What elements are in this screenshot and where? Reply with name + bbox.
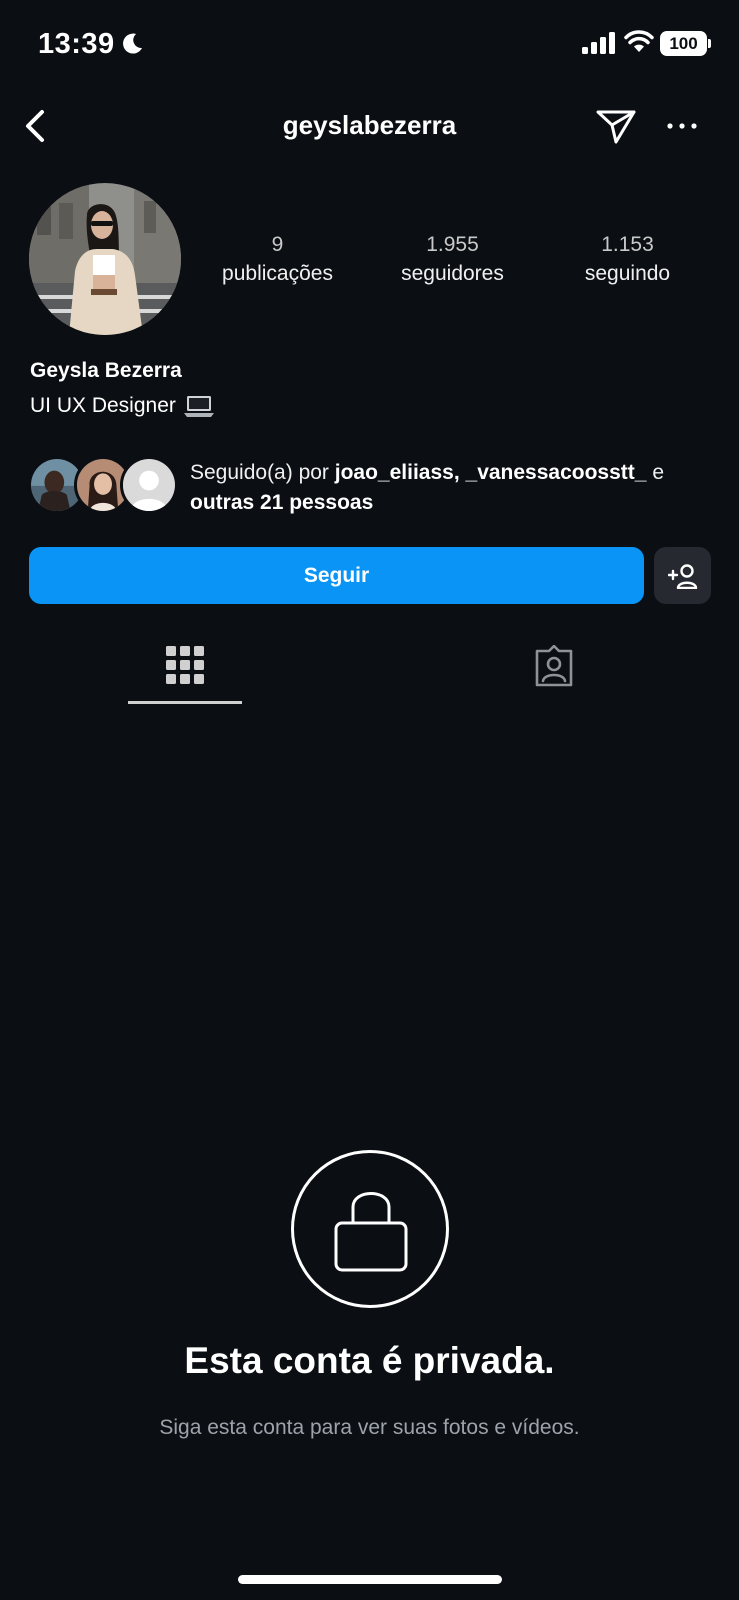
followers-label: seguidores — [401, 262, 504, 285]
status-time: 13:39 — [38, 28, 115, 60]
tagged-person-icon — [535, 645, 573, 687]
home-indicator[interactable] — [238, 1575, 502, 1584]
posts-label: publicações — [222, 262, 333, 285]
cellular-signal-icon — [582, 32, 615, 54]
posts-count: 9 — [271, 233, 284, 256]
followers-count: 1.955 — [426, 233, 479, 256]
tab-posts-grid[interactable] — [128, 632, 242, 704]
private-account-subtitle: Siga esta conta para ver suas fotos e ví… — [159, 1416, 580, 1439]
battery-tip — [708, 39, 711, 48]
send-message-icon[interactable] — [594, 104, 638, 148]
status-bar: 13:39 100 — [0, 0, 739, 90]
battery-level: 100 — [669, 33, 698, 53]
active-tab-indicator — [128, 701, 242, 704]
suggested-accounts-button[interactable] — [654, 547, 711, 604]
private-account-title: Esta conta é privada. — [184, 1340, 555, 1381]
profile-name: Geysla Bezerra — [30, 359, 182, 382]
followed-by-text[interactable]: Seguido(a) por joao_eliiass, _vanessacoo… — [190, 458, 720, 518]
followed-by-connector: e — [652, 461, 664, 484]
profile-stats: 9 publicações 1.955 seguidores 1.153 seg… — [190, 230, 715, 290]
following-count: 1.153 — [601, 233, 654, 256]
bio-text: UI UX Designer — [30, 394, 176, 417]
more-options-icon[interactable] — [664, 110, 700, 142]
profile-screen: 13:39 100 geyslabezerra 9 publicações 1.… — [0, 0, 739, 1600]
laptop-emoji-icon — [183, 396, 214, 417]
profile-bio: UI UX Designer — [30, 393, 214, 419]
profile-avatar[interactable] — [29, 183, 181, 335]
mutual-followers-avatars[interactable] — [28, 456, 178, 514]
battery-indicator: 100 — [660, 31, 707, 56]
mutual-others-count[interactable]: outras 21 pessoas — [190, 491, 373, 514]
follow-button[interactable]: Seguir — [29, 547, 644, 604]
following-label: seguindo — [584, 262, 671, 285]
mutual-avatar-3 — [120, 456, 178, 514]
mutual-user-2[interactable]: _vanessacoosstt_ — [466, 461, 647, 484]
grid-icon — [166, 646, 204, 684]
wifi-icon — [624, 30, 654, 52]
add-person-icon — [667, 563, 697, 589]
stat-following[interactable]: 1.153 seguindo — [540, 230, 715, 290]
stat-posts[interactable]: 9 publicações — [190, 230, 365, 290]
lock-icon — [334, 1192, 408, 1272]
followed-by-prefix: Seguido(a) por — [190, 461, 329, 484]
tab-tagged[interactable] — [497, 632, 611, 704]
mutual-user-1[interactable]: joao_eliiass, — [335, 461, 460, 484]
moon-icon — [123, 33, 142, 54]
stat-followers[interactable]: 1.955 seguidores — [365, 230, 540, 290]
